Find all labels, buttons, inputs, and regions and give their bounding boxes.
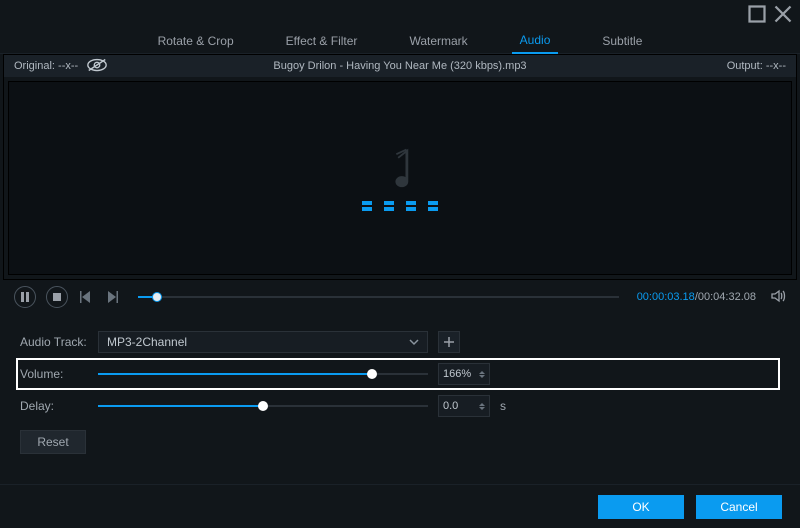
delay-spinner[interactable]: 0.0 bbox=[438, 395, 490, 417]
audio-track-select[interactable]: MP3-2Channel bbox=[98, 331, 428, 353]
pause-button[interactable] bbox=[14, 286, 36, 308]
output-label: Output: --x-- bbox=[727, 60, 786, 72]
prev-frame-button[interactable] bbox=[78, 289, 94, 305]
original-label: Original: --x-- bbox=[14, 60, 78, 72]
volume-label: Volume: bbox=[20, 367, 92, 381]
equalizer-icon bbox=[362, 207, 438, 211]
volume-spinner[interactable]: 166% bbox=[438, 363, 490, 385]
filename-label: Bugoy Drilon - Having You Near Me (320 k… bbox=[4, 60, 796, 72]
volume-row-highlight: Volume: 166% bbox=[16, 358, 780, 390]
tab-watermark[interactable]: Watermark bbox=[401, 29, 475, 53]
next-frame-button[interactable] bbox=[104, 289, 120, 305]
audio-track-label: Audio Track: bbox=[20, 335, 92, 349]
volume-icon[interactable] bbox=[766, 288, 786, 307]
cancel-button[interactable]: Cancel bbox=[696, 495, 782, 519]
reset-button[interactable]: Reset bbox=[20, 430, 86, 454]
tab-rotate-crop[interactable]: Rotate & Crop bbox=[150, 29, 242, 53]
preview-toggle-icon[interactable] bbox=[86, 58, 108, 75]
tab-bar: Rotate & Crop Effect & Filter Watermark … bbox=[0, 28, 800, 54]
preview-area bbox=[8, 81, 792, 275]
stop-button[interactable] bbox=[46, 286, 68, 308]
tab-subtitle[interactable]: Subtitle bbox=[594, 29, 650, 53]
tab-audio[interactable]: Audio bbox=[512, 28, 559, 54]
delay-unit: s bbox=[500, 399, 506, 413]
maximize-button[interactable] bbox=[748, 5, 766, 23]
volume-slider[interactable] bbox=[98, 367, 428, 381]
tab-effect-filter[interactable]: Effect & Filter bbox=[278, 29, 366, 53]
delay-slider[interactable] bbox=[98, 399, 428, 413]
close-button[interactable] bbox=[774, 5, 792, 23]
add-track-button[interactable] bbox=[438, 331, 460, 353]
seek-slider[interactable] bbox=[138, 290, 619, 304]
delay-label: Delay: bbox=[20, 399, 92, 413]
chevron-down-icon bbox=[409, 337, 419, 347]
music-note-icon bbox=[389, 145, 411, 189]
ok-button[interactable]: OK bbox=[598, 495, 684, 519]
time-display: 00:00:03.18/00:04:32.08 bbox=[637, 291, 756, 303]
